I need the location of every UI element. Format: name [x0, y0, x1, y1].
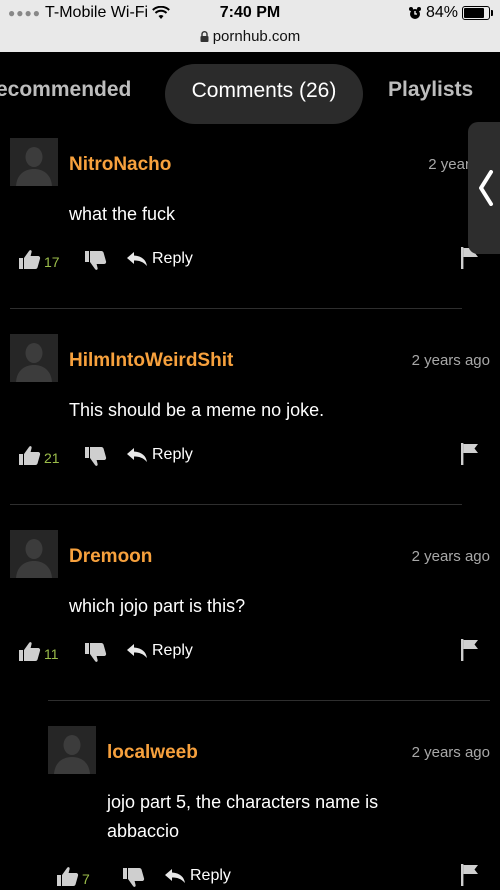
comment-divider: [48, 700, 490, 701]
comment-divider: [10, 504, 462, 505]
comment-text-line: abbaccio: [107, 821, 180, 841]
reply-arrow-icon: [165, 869, 185, 883]
comment-text: This should be a meme no joke.: [69, 396, 324, 425]
reply-label: Reply: [152, 446, 193, 463]
side-drawer-handle[interactable]: [468, 122, 500, 254]
avatar-silhouette-icon: [48, 726, 96, 774]
flag-icon: [461, 639, 478, 661]
dislike-button[interactable]: [84, 250, 108, 277]
comment-actions: 21 Reply: [18, 442, 488, 473]
flag-icon: [461, 443, 478, 465]
comment-text-line: This should be a meme no joke.: [69, 400, 325, 420]
comment-text-line: which jojo part is this?: [69, 596, 246, 616]
reply-label: Reply: [190, 867, 231, 884]
comment-text-line: what the fuck: [69, 204, 176, 224]
tab-bar: ecommended Comments (26) Playlists: [0, 52, 500, 132]
comment-username[interactable]: NitroNacho: [69, 154, 171, 176]
dislike-button[interactable]: [84, 642, 108, 669]
tab-recommended[interactable]: ecommended: [0, 78, 131, 102]
battery-percent: 84%: [425, 4, 458, 21]
like-count: 11: [44, 646, 59, 662]
thumbs-up-icon: [19, 642, 41, 661]
like-count: 7: [82, 871, 90, 887]
comment-divider: [10, 308, 462, 309]
flag-icon: [461, 864, 478, 886]
battery-fill: [464, 8, 485, 18]
battery-icon: [462, 6, 493, 20]
comment-text: jojo part 5, the characters name is abbac…: [107, 788, 378, 846]
reply-button[interactable]: Reply: [126, 250, 193, 268]
thumbs-up-icon: [57, 867, 79, 886]
reply-label: Reply: [152, 642, 193, 659]
flag-button[interactable]: [460, 863, 480, 890]
comment-timestamp: 2 years ago: [411, 744, 490, 761]
lock-icon: [200, 31, 209, 42]
like-button[interactable]: [18, 640, 42, 662]
reply-button[interactable]: Reply: [164, 867, 231, 885]
like-count: 17: [44, 254, 60, 270]
status-right: 84%: [408, 4, 493, 22]
avatar[interactable]: [10, 334, 58, 382]
address-bar[interactable]: pornhub.com: [0, 28, 500, 45]
like-button[interactable]: [56, 865, 80, 887]
avatar[interactable]: [10, 530, 58, 578]
comment-text: what the fuck: [69, 200, 175, 229]
avatar-silhouette-icon: [10, 138, 58, 186]
comment-actions: 17 Reply: [18, 247, 488, 277]
comment-timestamp: 2 years ago: [411, 548, 490, 565]
thumbs-down-icon: [85, 251, 107, 270]
avatar[interactable]: [48, 726, 96, 774]
flag-button[interactable]: [460, 442, 480, 471]
avatar-silhouette-icon: [10, 530, 58, 578]
tab-playlists[interactable]: Playlists: [388, 78, 473, 102]
thumbs-down-icon: [85, 447, 107, 466]
status-bar: ●●●● T-Mobile Wi-Fi 7:40 PM 84% pornhub.…: [0, 0, 500, 52]
url-text: pornhub.com: [212, 28, 301, 45]
comment-actions: 11 Reply: [18, 638, 488, 669]
comment-username[interactable]: HilmIntoWeirdShit: [69, 350, 233, 372]
thumbs-up-icon: [19, 250, 41, 269]
chevron-left-icon: [479, 170, 493, 206]
dislike-button[interactable]: [84, 446, 108, 473]
like-count: 21: [44, 450, 60, 466]
dislike-button[interactable]: [122, 867, 146, 890]
reply-label: Reply: [152, 250, 193, 267]
reply-button[interactable]: Reply: [126, 642, 193, 660]
reply-button[interactable]: Reply: [126, 446, 193, 464]
avatar[interactable]: [10, 138, 58, 186]
thumbs-down-icon: [85, 643, 107, 662]
comment-text: which jojo part is this?: [69, 592, 245, 621]
thumbs-down-icon: [123, 868, 145, 887]
comment-actions: 7 Reply: [56, 863, 488, 890]
comment-text-line: jojo part 5, the characters name is: [107, 792, 379, 812]
reply-arrow-icon: [127, 252, 147, 266]
thumbs-up-icon: [19, 446, 41, 465]
comment-username[interactable]: localweeb: [107, 742, 198, 764]
flag-button[interactable]: [460, 638, 480, 667]
alarm-icon: [408, 7, 421, 19]
reply-arrow-icon: [127, 448, 147, 462]
comment-timestamp: 2 years ago: [411, 352, 490, 369]
tab-comments[interactable]: Comments (26): [165, 64, 363, 124]
reply-arrow-icon: [127, 644, 147, 658]
comment-username[interactable]: Dremoon: [69, 546, 152, 568]
like-button[interactable]: [18, 444, 42, 466]
like-button[interactable]: [18, 248, 42, 270]
avatar-silhouette-icon: [10, 334, 58, 382]
